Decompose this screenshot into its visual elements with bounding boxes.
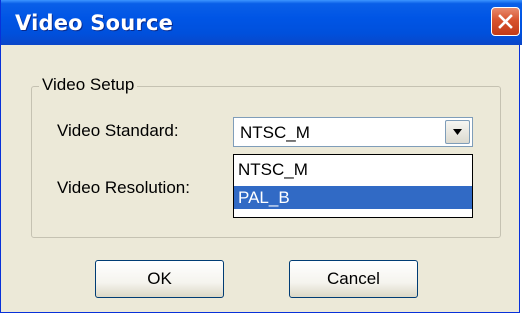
chevron-down-icon xyxy=(453,129,462,135)
close-icon xyxy=(498,14,513,29)
video-resolution-label: Video Resolution: xyxy=(57,178,190,197)
cancel-button[interactable]: Cancel xyxy=(289,260,418,298)
window-title: Video Source xyxy=(15,11,174,35)
dropdown-option-pal-b[interactable]: PAL_B xyxy=(234,186,472,209)
video-standard-label: Video Standard: xyxy=(57,121,179,140)
dropdown-button[interactable] xyxy=(445,120,470,144)
dropdown-option-ntsc-m[interactable]: NTSC_M xyxy=(234,158,472,181)
video-standard-select[interactable]: NTSC_M xyxy=(233,117,473,147)
title-bar[interactable]: Video Source xyxy=(1,0,522,45)
ok-button[interactable]: OK xyxy=(95,260,224,298)
close-button[interactable] xyxy=(491,7,520,36)
group-label: Video Setup xyxy=(39,75,138,95)
dropdown-list: NTSC_M PAL_B xyxy=(233,154,473,218)
dialog-window: Video Source Video Setup Video Standard:… xyxy=(0,0,522,313)
select-value: NTSC_M xyxy=(240,123,310,142)
